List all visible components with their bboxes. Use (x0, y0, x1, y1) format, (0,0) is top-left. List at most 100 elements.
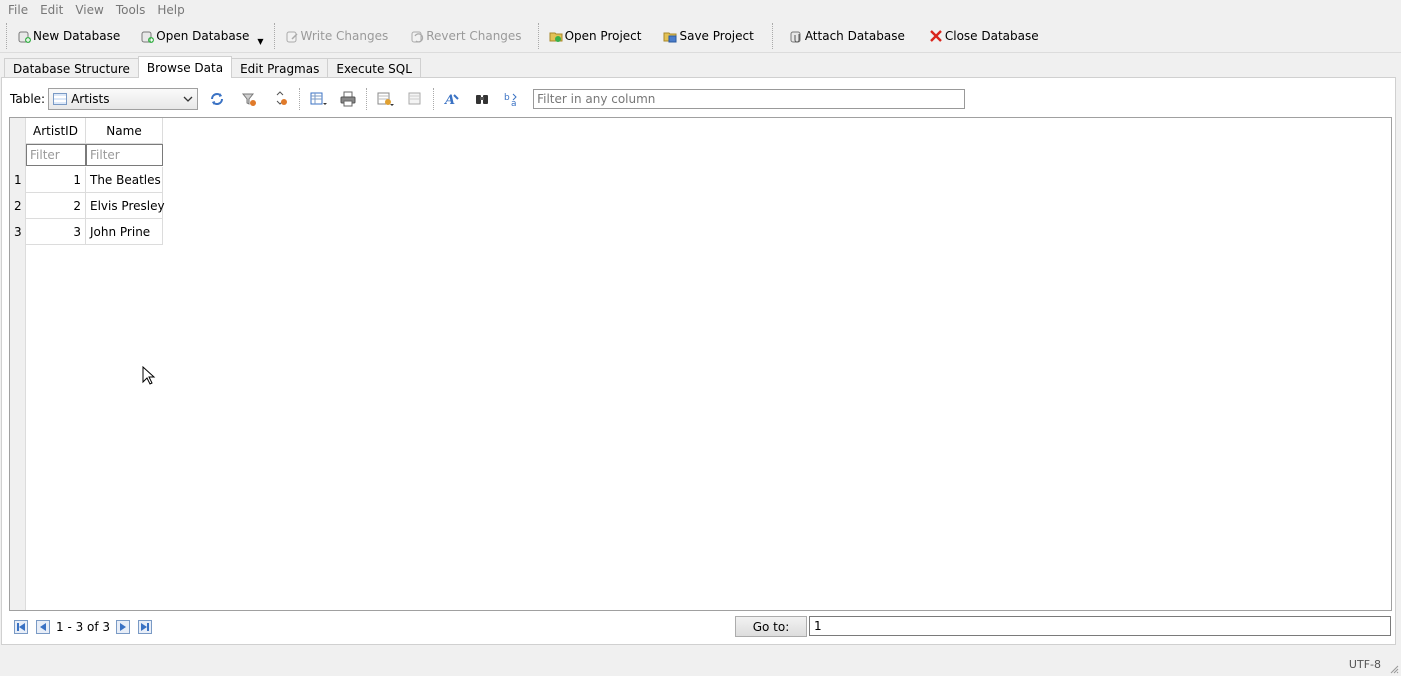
open-project-button[interactable]: Open Project (543, 23, 648, 49)
table-select[interactable]: Artists (48, 88, 199, 110)
cell-artistid[interactable]: 1 (26, 167, 86, 193)
column-header-name[interactable]: Name (86, 118, 163, 144)
open-database-button[interactable]: Open Database ▼ (134, 23, 269, 49)
toolbar-separator (433, 88, 435, 110)
new-record-icon (377, 92, 395, 106)
save-table-icon (310, 92, 328, 105)
svg-text:A: A (444, 93, 455, 107)
tab-edit-pragmas[interactable]: Edit Pragmas (231, 58, 329, 78)
previous-page-icon (36, 620, 50, 634)
clear-filters-button[interactable] (236, 88, 262, 110)
font-color-icon: A (444, 93, 459, 107)
filter-name-input[interactable]: Filter (86, 144, 163, 166)
tab-execute-sql[interactable]: Execute SQL (327, 58, 421, 78)
goto-button[interactable]: Go to: (735, 616, 807, 637)
revert-changes-label: Revert Changes (426, 29, 522, 43)
menu-edit[interactable]: Edit (34, 3, 69, 17)
set-text-format-button[interactable]: A (439, 88, 465, 110)
last-page-icon (138, 620, 153, 634)
new-database-button[interactable]: New Database (11, 23, 126, 49)
delete-record-icon (408, 92, 421, 105)
cell-artistid[interactable]: 3 (26, 219, 86, 245)
svg-text:b: b (504, 93, 510, 103)
save-results-button[interactable] (305, 88, 331, 110)
find-button[interactable] (469, 88, 495, 110)
table-select-value: Artists (71, 92, 110, 106)
menu-help[interactable]: Help (151, 3, 190, 17)
toolbar-separator (299, 88, 301, 110)
menu-file[interactable]: File (2, 3, 34, 17)
row-number[interactable]: 2 (10, 193, 26, 219)
data-grid: ArtistID Name Filter Filter 1 1 The Beat… (9, 117, 1392, 611)
clear-filter-icon (242, 93, 257, 106)
chevron-down-icon (183, 96, 193, 102)
record-navigation: 1 - 3 of 3 Go to: 1 (10, 615, 1393, 639)
toolbar-separator (273, 23, 275, 49)
open-project-label: Open Project (564, 29, 642, 43)
refresh-button[interactable] (204, 88, 230, 110)
toolbar-separator (771, 23, 773, 49)
resize-grip-icon[interactable] (1389, 664, 1399, 674)
find-replace-icon: ba (504, 93, 517, 107)
tab-browse-data[interactable]: Browse Data (137, 56, 233, 78)
first-page-icon (14, 620, 28, 634)
next-record-button[interactable] (112, 617, 134, 637)
browse-data-panel: Table: Artists A b a Filter in any colum… (1, 77, 1396, 645)
revert-changes-icon (410, 29, 424, 43)
attach-database-icon (789, 29, 803, 43)
cell-name[interactable]: John Prine (86, 219, 163, 245)
new-record-button[interactable] (372, 88, 398, 110)
open-project-icon (549, 29, 563, 43)
revert-changes-button[interactable]: Revert Changes (404, 23, 527, 49)
browse-toolbar: Table: Artists A b a Filter in any colum… (10, 87, 966, 111)
last-record-button[interactable] (134, 617, 156, 637)
write-changes-label: Write Changes (300, 29, 389, 43)
print-icon (340, 91, 356, 107)
toolbar-separator (366, 88, 368, 110)
save-project-button[interactable]: Save Project (657, 23, 759, 49)
open-database-dropdown-icon[interactable]: ▼ (257, 37, 263, 46)
menu-bar: File Edit View Tools Help (0, 0, 1401, 20)
next-page-icon (116, 620, 131, 634)
clear-sort-icon (276, 91, 288, 105)
menu-view[interactable]: View (69, 3, 109, 17)
save-project-icon (663, 29, 677, 43)
column-header-artistid[interactable]: ArtistID (26, 118, 86, 144)
find-replace-button[interactable]: ba (499, 88, 525, 110)
binoculars-icon (476, 95, 489, 104)
cell-name[interactable]: Elvis Presley (86, 193, 165, 219)
attach-database-label: Attach Database (804, 29, 905, 43)
table-label: Table: (10, 92, 46, 106)
close-database-button[interactable]: Close Database (923, 23, 1045, 49)
cell-artistid[interactable]: 2 (26, 193, 86, 219)
encoding-label: UTF-8 (1348, 657, 1381, 671)
goto-input[interactable]: 1 (809, 616, 1391, 636)
mouse-cursor-icon (142, 366, 156, 385)
row-number[interactable]: 1 (10, 167, 26, 193)
open-database-icon (140, 29, 155, 43)
write-changes-icon (285, 29, 299, 43)
filter-artistid-input[interactable]: Filter (26, 144, 86, 166)
delete-record-button[interactable] (402, 88, 428, 110)
attach-database-button[interactable]: Attach Database (783, 23, 911, 49)
filter-any-column-input[interactable] (533, 89, 966, 109)
save-project-label: Save Project (679, 29, 754, 43)
new-database-icon (17, 29, 31, 43)
toolbar-separator (537, 23, 539, 49)
table-icon (53, 93, 68, 105)
main-tabs: Database Structure Browse Data Edit Prag… (4, 56, 421, 78)
record-range: 1 - 3 of 3 (56, 620, 111, 634)
close-icon (929, 29, 943, 43)
row-number[interactable]: 3 (10, 219, 26, 245)
tab-database-structure[interactable]: Database Structure (4, 58, 139, 78)
previous-record-button[interactable] (32, 617, 54, 637)
print-button[interactable] (335, 88, 361, 110)
menu-tools[interactable]: Tools (110, 3, 152, 17)
cell-name[interactable]: The Beatles (86, 167, 163, 193)
main-toolbar: New Database Open Database ▼ Write Chang… (0, 20, 1401, 53)
clear-sorting-button[interactable] (268, 88, 294, 110)
close-database-label: Close Database (944, 29, 1039, 43)
write-changes-button[interactable]: Write Changes (279, 23, 395, 49)
first-record-button[interactable] (10, 617, 32, 637)
toolbar-separator (6, 23, 7, 49)
